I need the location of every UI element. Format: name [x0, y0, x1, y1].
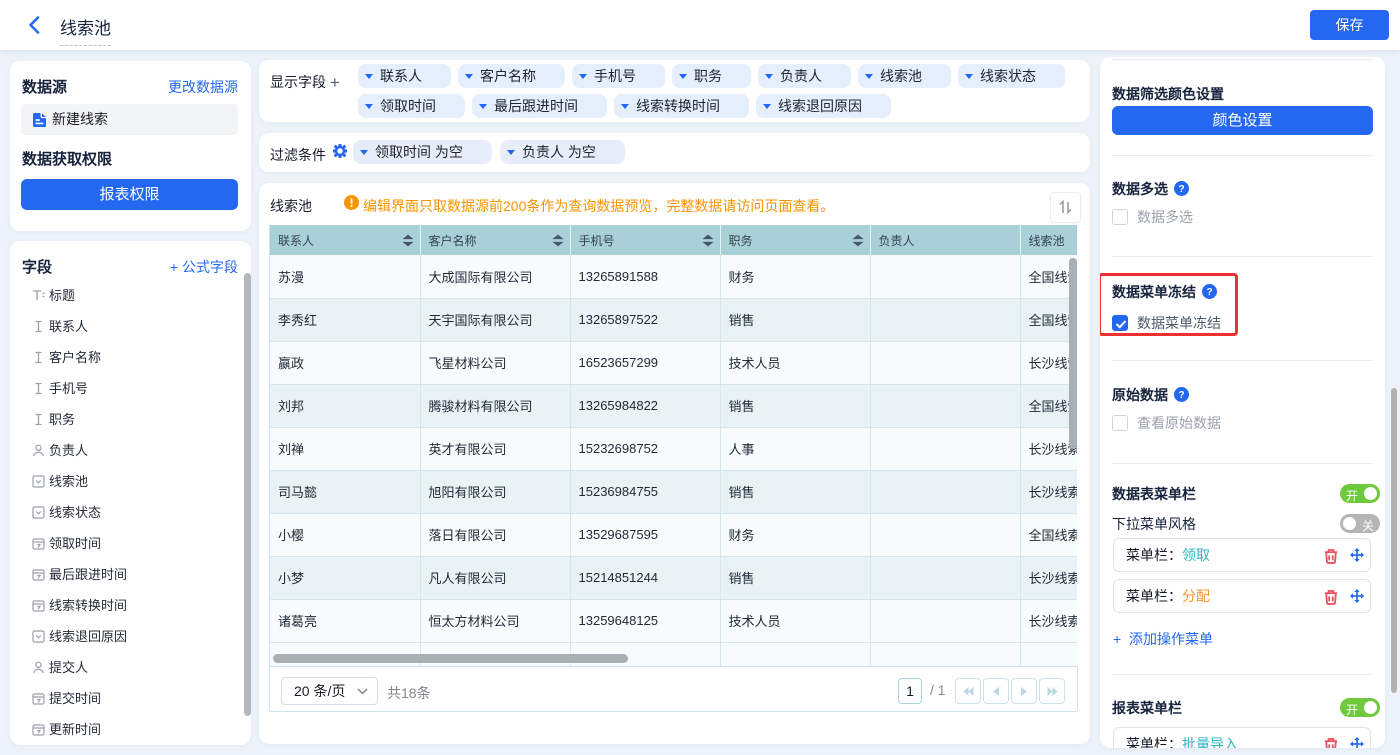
svg-text:?: ?: [1178, 390, 1184, 401]
svg-text:?: ?: [1206, 287, 1212, 298]
svg-text:?: ?: [1178, 184, 1184, 195]
